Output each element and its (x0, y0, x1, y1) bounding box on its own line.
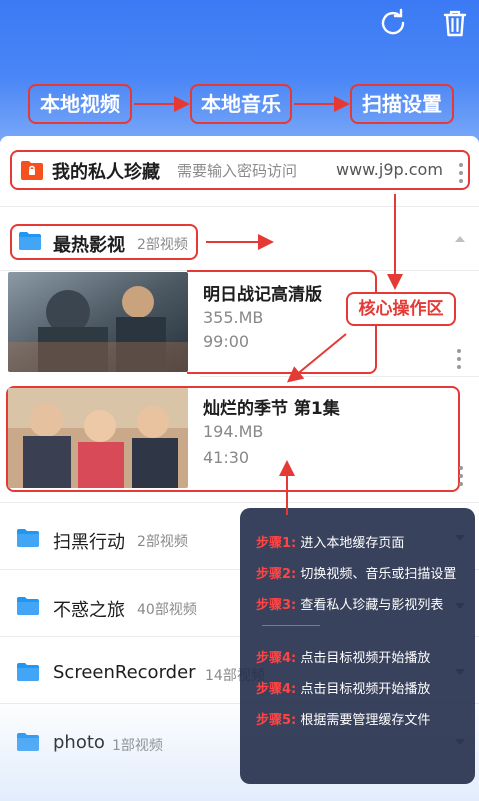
video-more-icon[interactable] (457, 349, 461, 369)
step-5: 步骤5: 根据需要管理缓存文件 (256, 713, 431, 728)
step-1: 步骤1: 进入本地缓存页面 (256, 536, 405, 551)
folder-count: 2部视频 (137, 534, 188, 550)
private-collection-row[interactable]: 我的私人珍藏 需要输入密码访问 www.j9p.com (10, 150, 470, 190)
hot-folder-count: 2部视频 (137, 237, 188, 253)
video-thumbnail[interactable] (8, 272, 188, 372)
collapse-caret-icon[interactable] (455, 236, 465, 242)
folder-title[interactable]: ScreenRecorder (53, 662, 196, 683)
step-4: 步骤4: 点击目标视频开始播放 (256, 651, 431, 666)
divider (0, 206, 479, 207)
private-collection-url: www.j9p.com (336, 160, 443, 179)
folder-icon (17, 529, 39, 547)
video-thumbnail[interactable] (8, 388, 188, 488)
hot-folder-title[interactable]: 最热影视 (53, 231, 125, 257)
trash-icon[interactable] (440, 8, 470, 38)
folder-icon (17, 733, 39, 751)
video-size: 355.MB (203, 308, 264, 327)
private-folder-icon (21, 161, 43, 180)
core-operation-label: 核心操作区 (346, 292, 456, 326)
folder-title[interactable]: photo (53, 732, 105, 753)
tab-local-music[interactable]: 本地音乐 (190, 84, 292, 124)
tabs-bar: 本地视频 本地音乐 扫描设置 (0, 84, 479, 128)
video-title[interactable]: 灿烂的季节 第1集 (203, 394, 340, 419)
step-4-repeat: 步骤4: 点击目标视频开始播放 (256, 682, 431, 697)
header: 本地视频 本地音乐 扫描设置 (0, 0, 479, 142)
divider (200, 376, 479, 377)
content-area: 我的私人珍藏 需要输入密码访问 www.j9p.com 最热影视 2部视频 明日… (0, 136, 479, 801)
video-size: 194.MB (203, 422, 264, 441)
video-more-icon[interactable] (459, 466, 463, 486)
folder-count: 1部视频 (112, 738, 163, 754)
folder-count: 40部视频 (137, 602, 197, 618)
tab-scan-settings[interactable]: 扫描设置 (350, 84, 454, 124)
video-title[interactable]: 明日战记高清版 (203, 280, 322, 305)
tab-local-video[interactable]: 本地视频 (28, 84, 132, 124)
refresh-icon[interactable] (378, 8, 408, 38)
step-separator (262, 625, 320, 626)
folder-icon (17, 597, 39, 615)
private-collection-hint: 需要输入密码访问 (177, 162, 298, 180)
video-duration: 41:30 (203, 448, 250, 467)
folder-title[interactable]: 扫黑行动 (53, 528, 125, 554)
private-more-icon[interactable] (459, 163, 463, 183)
video-duration: 99:00 (203, 332, 250, 351)
private-collection-title: 我的私人珍藏 (52, 162, 160, 183)
folder-title[interactable]: 不惑之旅 (53, 596, 125, 622)
steps-panel: 步骤1: 进入本地缓存页面 步骤2: 切换视频、音乐或扫描设置 步骤3: 查看私… (240, 508, 475, 784)
step-2: 步骤2: 切换视频、音乐或扫描设置 (256, 567, 457, 582)
divider (0, 502, 479, 503)
folder-icon (19, 232, 41, 250)
step-3: 步骤3: 查看私人珍藏与影视列表 (256, 598, 444, 613)
folder-icon (17, 663, 39, 681)
